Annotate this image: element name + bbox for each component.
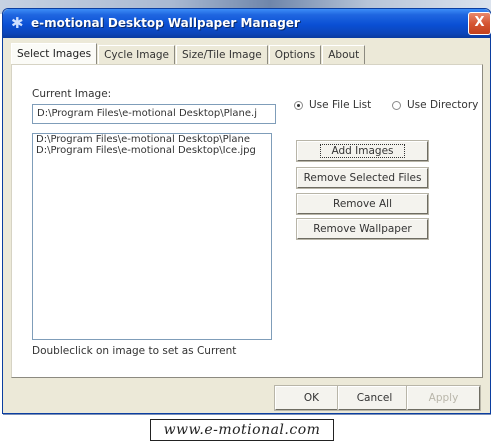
use-directory-option[interactable]: Use Directory xyxy=(392,99,478,111)
close-button[interactable]: X xyxy=(468,12,491,35)
image-file-list[interactable]: D:\Program Files\e-motional Desktop\Plan… xyxy=(32,133,272,340)
title-bar[interactable]: ✱ e-motional Desktop Wallpaper Manager X xyxy=(3,9,491,38)
apply-button[interactable]: Apply xyxy=(407,386,480,410)
current-image-label: Current Image: xyxy=(32,88,112,100)
tab-size-tile-image[interactable]: Size/Tile Image xyxy=(176,45,268,64)
use-directory-label: Use Directory xyxy=(407,99,479,111)
tab-options[interactable]: Options xyxy=(268,45,322,64)
tab-bar: Select Images Cycle Image Size/Tile Imag… xyxy=(11,43,366,64)
app-icon: ✱ xyxy=(11,14,24,32)
radio-selected-icon[interactable] xyxy=(294,100,303,110)
remove-wallpaper-button[interactable]: Remove Wallpaper xyxy=(297,219,428,239)
cancel-button[interactable]: Cancel xyxy=(338,386,411,410)
tab-select-images[interactable]: Select Images xyxy=(11,43,98,64)
tab-cycle-image[interactable]: Cycle Image xyxy=(98,45,176,64)
doubleclick-hint: Doubleclick on image to set as Current xyxy=(32,345,237,357)
wallpaper-manager-window: ✱ e-motional Desktop Wallpaper Manager X… xyxy=(2,8,491,414)
select-images-panel: Current Image: D:\Program Files\e-motion… xyxy=(11,64,483,378)
use-file-list-option[interactable]: Use File List xyxy=(294,99,371,111)
window-title: e-motional Desktop Wallpaper Manager xyxy=(31,16,300,30)
list-item[interactable]: D:\Program Files\e-motional Desktop\Plan… xyxy=(33,134,271,145)
current-image-field[interactable]: D:\Program Files\e-motional Desktop\Plan… xyxy=(32,104,276,124)
add-images-label: Add Images xyxy=(320,144,405,158)
tab-about[interactable]: About xyxy=(322,45,366,64)
remove-all-button[interactable]: Remove All xyxy=(297,194,428,214)
remove-selected-files-button[interactable]: Remove Selected Files xyxy=(297,168,428,188)
radio-unselected-icon[interactable] xyxy=(392,100,401,110)
list-item[interactable]: D:\Program Files\e-motional Desktop\Ice.… xyxy=(33,145,271,156)
use-file-list-label: Use File List xyxy=(309,99,372,111)
add-images-button[interactable]: Add Images xyxy=(297,141,428,161)
website-banner: www.e-motional.com xyxy=(150,419,334,441)
